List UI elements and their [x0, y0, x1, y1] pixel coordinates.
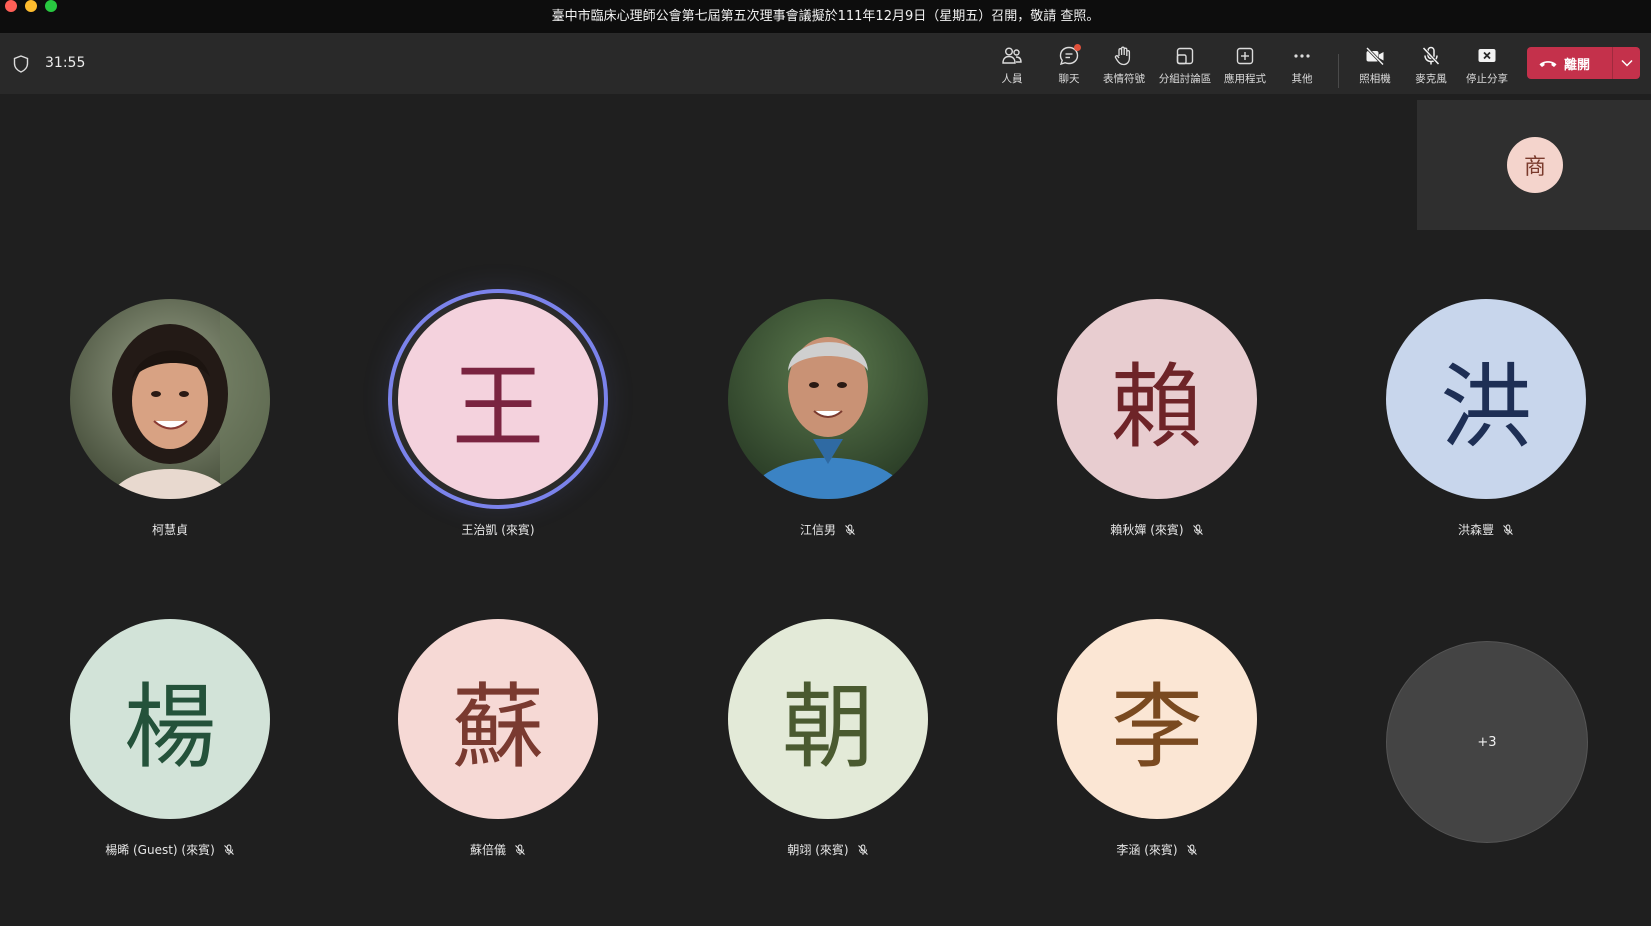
microphone-off-icon: [1422, 46, 1440, 66]
more-participants-button[interactable]: +3: [1386, 641, 1588, 843]
participant-name-row: 賴秋嬋 (來賓): [1027, 521, 1287, 538]
participant-name: 柯慧貞: [151, 523, 188, 537]
participant-name: 李涵 (來賓): [1116, 843, 1178, 857]
participant-tile[interactable]: 李 李涵 (來賓): [1027, 619, 1287, 909]
participant-avatar: 洪: [1386, 299, 1586, 499]
people-label: 人員: [1001, 73, 1023, 85]
participant-avatar: 蘇: [398, 619, 598, 819]
window-titlebar: 臺中市臨床心理師公會第七屆第五次理事會議擬於111年12月9日（星期五）召開，敬…: [0, 0, 1651, 34]
participant-name-row: 朝翊 (來賓): [698, 841, 958, 858]
participant-tile[interactable]: 王 王治凱 (來賓): [368, 299, 628, 589]
man-photo-icon: [728, 299, 928, 499]
apps-label: 應用程式: [1224, 73, 1266, 85]
chevron-down-icon: [1620, 59, 1633, 67]
chat-button[interactable]: 聊天: [1041, 42, 1097, 88]
chat-label: 聊天: [1058, 73, 1080, 85]
participant-name: 蘇倍儀: [469, 843, 506, 857]
participant-avatar: 賴: [1057, 299, 1257, 499]
reactions-button[interactable]: 表情符號: [1096, 42, 1152, 88]
participant-tile[interactable]: 江信男: [698, 299, 958, 589]
participant-name-row: 柯慧貞: [40, 521, 300, 538]
microphone-off-icon: [1192, 524, 1203, 535]
participant-name-row: 王治凱 (來賓): [368, 521, 628, 538]
participant-name-row: 李涵 (來賓): [1027, 841, 1287, 858]
camera-button[interactable]: 照相機: [1347, 42, 1403, 88]
stop-sharing-button[interactable]: 停止分享: [1459, 42, 1515, 88]
participant-name-row: 江信男: [698, 521, 958, 538]
microphone-off-icon: [1186, 844, 1197, 855]
microphone-button[interactable]: 麥克風: [1403, 42, 1459, 88]
participant-photo: [728, 299, 928, 499]
toolbar-divider: [1338, 54, 1339, 88]
stop-share-icon: [1478, 49, 1496, 62]
participant-name: 王治凱 (來賓): [461, 523, 535, 537]
breakout-rooms-button[interactable]: 分組討論區: [1157, 42, 1213, 88]
participant-photo: [70, 299, 270, 499]
participant-name-row: 洪森豐: [1356, 521, 1616, 538]
participant-tile[interactable]: 朝 朝翊 (來賓): [698, 619, 958, 909]
microphone-off-icon: [845, 524, 855, 535]
self-view-tile[interactable]: 商: [1417, 100, 1651, 230]
participant-name-row: 楊晞 (Guest) (來賓): [40, 841, 300, 858]
apps-button[interactable]: 應用程式: [1217, 42, 1273, 88]
microphone-off-icon: [1503, 524, 1513, 535]
close-window-button[interactable]: [5, 0, 17, 12]
stop-sharing-label: 停止分享: [1466, 73, 1508, 85]
participant-name-row: 蘇倍儀: [368, 841, 628, 858]
zoom-window-button[interactable]: [45, 0, 57, 12]
self-avatar: 商: [1507, 137, 1563, 193]
participant-name: 賴秋嬋 (來賓): [1110, 523, 1184, 537]
meeting-toolbar: 31:55 人員 聊天 表情符號 分組討論區 應用程式 其他 照相機 麥克風 停…: [0, 34, 1651, 94]
window-title: 臺中市臨床心理師公會第七屆第五次理事會議擬於111年12月9日（星期五）召開，敬…: [551, 9, 1100, 24]
more-button[interactable]: 其他: [1274, 42, 1330, 88]
participant-avatar-speaking: 王: [398, 299, 598, 499]
add-app-icon: [1236, 47, 1254, 65]
participant-name: 楊晞 (Guest) (來賓): [105, 843, 215, 857]
window-controls: [5, 0, 57, 12]
participant-tile[interactable]: 賴 賴秋嬋 (來賓): [1027, 299, 1287, 589]
leave-button[interactable]: 離開: [1527, 47, 1612, 79]
camera-off-icon: [1365, 46, 1385, 66]
hang-up-icon: [1539, 61, 1557, 67]
participant-tile[interactable]: 洪 洪森豐: [1356, 299, 1616, 589]
minimize-window-button[interactable]: [25, 0, 37, 12]
people-icon: [1002, 47, 1022, 64]
people-button[interactable]: 人員: [984, 42, 1040, 88]
participant-tile[interactable]: 蘇 蘇倍儀: [368, 619, 628, 909]
microphone-off-icon: [515, 844, 525, 855]
microphone-off-icon: [223, 844, 234, 855]
participant-avatar: 朝: [728, 619, 928, 819]
participant-tile[interactable]: 柯慧貞: [40, 299, 300, 589]
leave-options-dropdown[interactable]: [1613, 47, 1640, 79]
breakout-rooms-icon: [1176, 47, 1194, 65]
participant-tile[interactable]: 楊 楊晞 (Guest) (來賓): [40, 619, 300, 909]
participant-avatar: 李: [1057, 619, 1257, 819]
participant-name: 朝翊 (來賓): [787, 843, 849, 857]
raise-hand-icon: [1114, 46, 1131, 66]
microphone-label: 麥克風: [1415, 73, 1447, 85]
participant-name: 江信男: [799, 523, 836, 537]
chat-notification-dot: [1074, 44, 1081, 51]
leave-button-group: 離開: [1527, 47, 1640, 79]
microphone-off-icon: [857, 844, 868, 855]
participant-name: 洪森豐: [1457, 523, 1494, 537]
leave-label: 離開: [1564, 57, 1591, 73]
more-label: 其他: [1291, 73, 1313, 85]
breakout-rooms-label: 分組討論區: [1158, 73, 1212, 85]
reactions-label: 表情符號: [1103, 73, 1145, 85]
camera-label: 照相機: [1359, 73, 1391, 85]
participant-avatar: 楊: [70, 619, 270, 819]
woman-photo-icon: [70, 299, 270, 499]
more-icon: [1294, 54, 1310, 58]
